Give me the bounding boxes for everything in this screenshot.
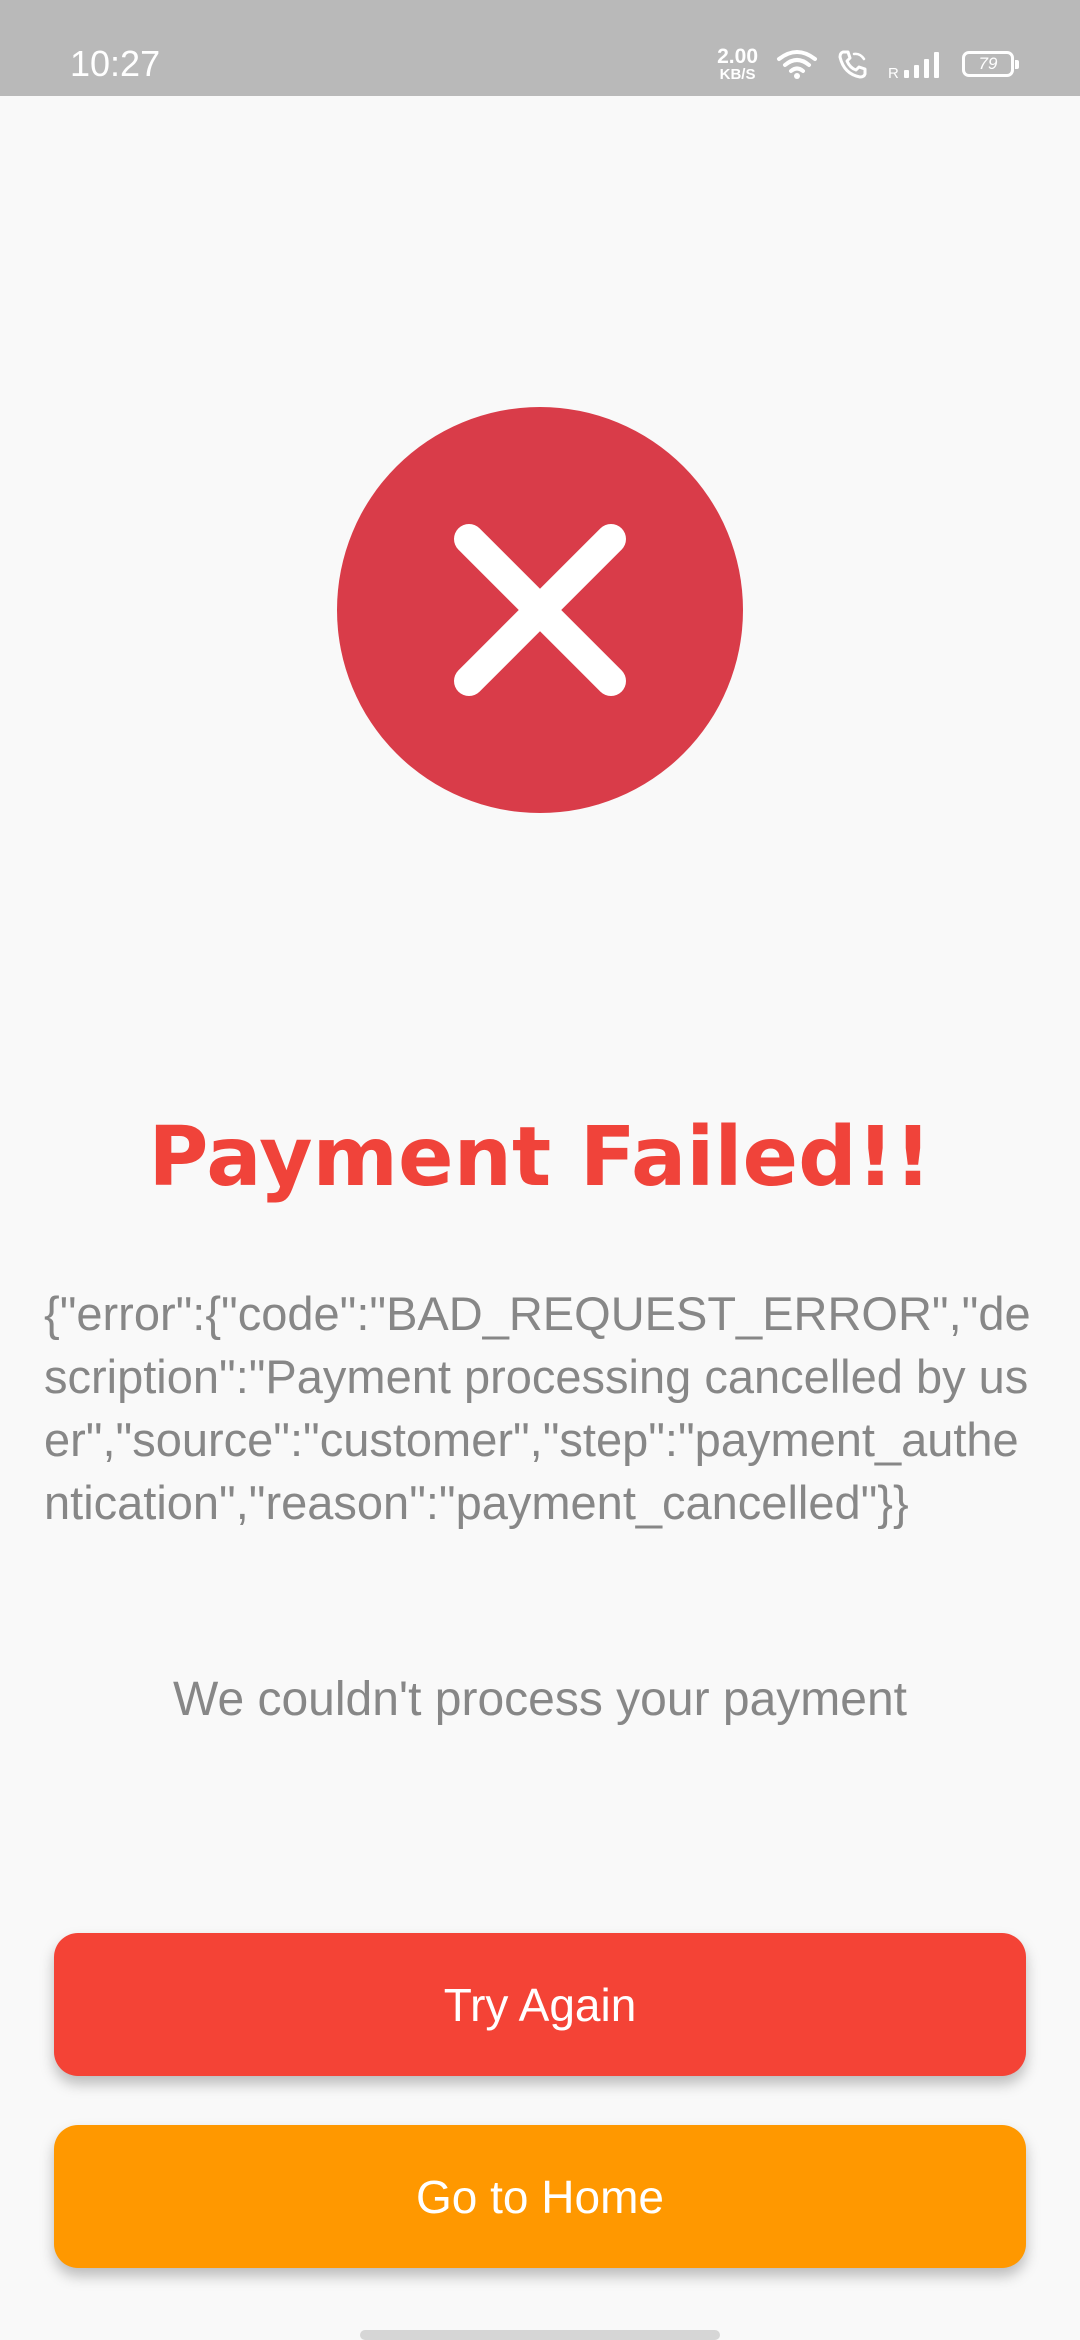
signal-icon: R <box>888 48 944 80</box>
page-title: Payment Failed!! <box>148 1110 932 1205</box>
status-time: 10:27 <box>70 43 161 84</box>
wifi-call-icon <box>836 48 870 80</box>
signal-label: R <box>888 65 899 80</box>
network-speed: 2.00 KB/S <box>717 46 758 82</box>
close-icon <box>454 524 626 696</box>
battery-icon: 79 <box>962 51 1019 77</box>
home-indicator[interactable] <box>360 2330 720 2340</box>
battery-level: 79 <box>978 54 998 73</box>
wifi-icon <box>776 48 818 80</box>
error-details-text: {"error":{"code":"BAD_REQUEST_ERROR","de… <box>44 1287 1031 1529</box>
go-to-home-button[interactable]: Go to Home <box>54 2125 1026 2268</box>
network-speed-unit: KB/S <box>719 66 756 83</box>
network-speed-value: 2.00 <box>717 45 758 68</box>
status-icons: 2.00 KB/S R 79 <box>717 44 1019 84</box>
error-subtitle: We couldn't process your payment <box>173 1673 907 1726</box>
status-bar: 10:27 2.00 KB/S R 79 <box>0 0 1080 96</box>
error-status-icon <box>337 407 743 813</box>
try-again-button[interactable]: Try Again <box>54 1933 1026 2076</box>
